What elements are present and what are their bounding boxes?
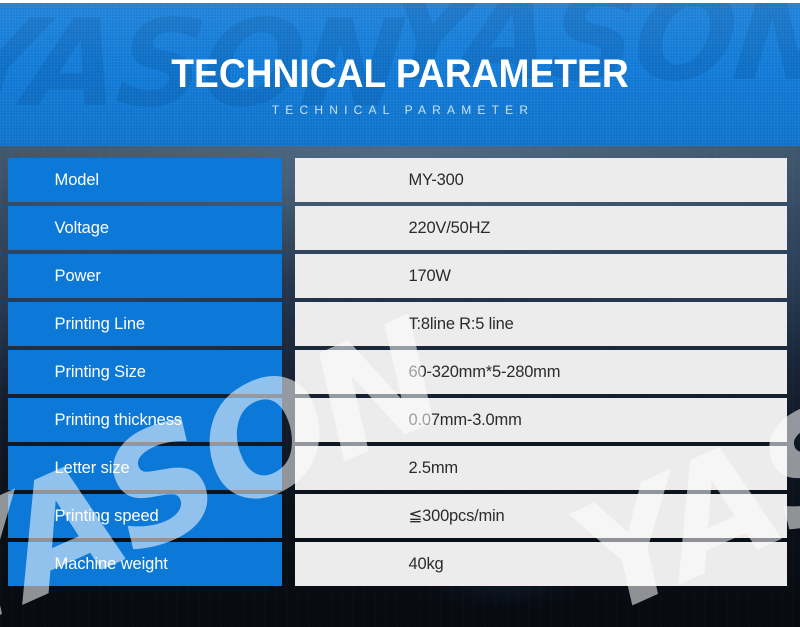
table-row: Printing Size 60-320mm*5-280mm: [0, 350, 800, 398]
page-subtitle: TECHNICAL PARAMETER: [271, 103, 535, 117]
parameter-label-text: Printing Line: [54, 314, 146, 333]
page-title: TECHNICAL PARAMETER: [171, 52, 629, 96]
page-header-banner: YASON YASON TECHNICAL PARAMETER TECHNICA…: [0, 3, 800, 146]
parameter-label-cell: Printing speed: [8, 494, 282, 538]
parameter-label-text: Voltage: [54, 218, 109, 237]
table-row: Letter size 2.5mm: [0, 446, 800, 494]
parameter-value-cell: 170W: [295, 254, 787, 298]
parameter-value-cell: 2.5mm: [295, 446, 787, 490]
parameter-value-text: 220V/50HZ: [408, 218, 491, 237]
parameter-label-text: Model: [54, 170, 100, 189]
table-row: Power 170W: [0, 254, 800, 302]
parameter-value-cell: MY-300: [295, 158, 787, 202]
parameter-value-cell: 60-320mm*5-280mm: [295, 350, 787, 394]
parameter-table: Model MY-300 Voltage 220V/50HZ Power 170…: [0, 158, 800, 590]
parameter-value-text: ≦300pcs/min: [408, 506, 505, 525]
parameter-value-cell: T:8line R:5 line: [295, 302, 787, 346]
parameter-value-text: 2.5mm: [408, 458, 458, 477]
table-row: Printing thickness 0.07mm-3.0mm: [0, 398, 800, 446]
parameter-label-cell: Printing Line: [8, 302, 282, 346]
parameter-label-cell: Printing Size: [8, 350, 282, 394]
parameter-label-text: Printing speed: [54, 506, 159, 525]
parameter-value-cell: 40kg: [295, 542, 787, 586]
parameter-value-text: MY-300: [408, 170, 464, 189]
header-title-block: TECHNICAL PARAMETER TECHNICAL PARAMETER: [0, 3, 800, 117]
table-row: Printing speed ≦300pcs/min: [0, 494, 800, 542]
parameter-label-cell: Power: [8, 254, 282, 298]
parameter-label-cell: Machine weight: [8, 542, 282, 586]
parameter-label-text: Printing Size: [54, 362, 146, 381]
table-row: Model MY-300: [0, 158, 800, 206]
top-white-strip: [0, 0, 800, 3]
parameter-label-cell: Printing thickness: [8, 398, 282, 442]
parameter-label-text: Letter size: [54, 458, 130, 477]
table-row: Voltage 220V/50HZ: [0, 206, 800, 254]
parameter-label-cell: Model: [8, 158, 282, 202]
technical-parameter-page: YASON YASON TECHNICAL PARAMETER TECHNICA…: [0, 0, 800, 627]
parameter-value-cell: 220V/50HZ: [295, 206, 787, 250]
parameter-value-text: 170W: [408, 266, 451, 285]
parameter-value-cell: ≦300pcs/min: [295, 494, 787, 538]
parameter-value-text: 40kg: [408, 554, 444, 573]
parameter-value-text: 60-320mm*5-280mm: [408, 362, 561, 381]
parameter-label-text: Power: [54, 266, 101, 285]
parameter-value-text: T:8line R:5 line: [408, 314, 514, 333]
parameter-label-cell: Voltage: [8, 206, 282, 250]
parameter-label-text: Machine weight: [54, 554, 168, 573]
table-row: Machine weight 40kg: [0, 542, 800, 590]
parameter-value-cell: 0.07mm-3.0mm: [295, 398, 787, 442]
parameter-label-text: Printing thickness: [54, 410, 183, 429]
table-row: Printing Line T:8line R:5 line: [0, 302, 800, 350]
parameter-label-cell: Letter size: [8, 446, 282, 490]
parameter-value-text: 0.07mm-3.0mm: [408, 410, 522, 429]
